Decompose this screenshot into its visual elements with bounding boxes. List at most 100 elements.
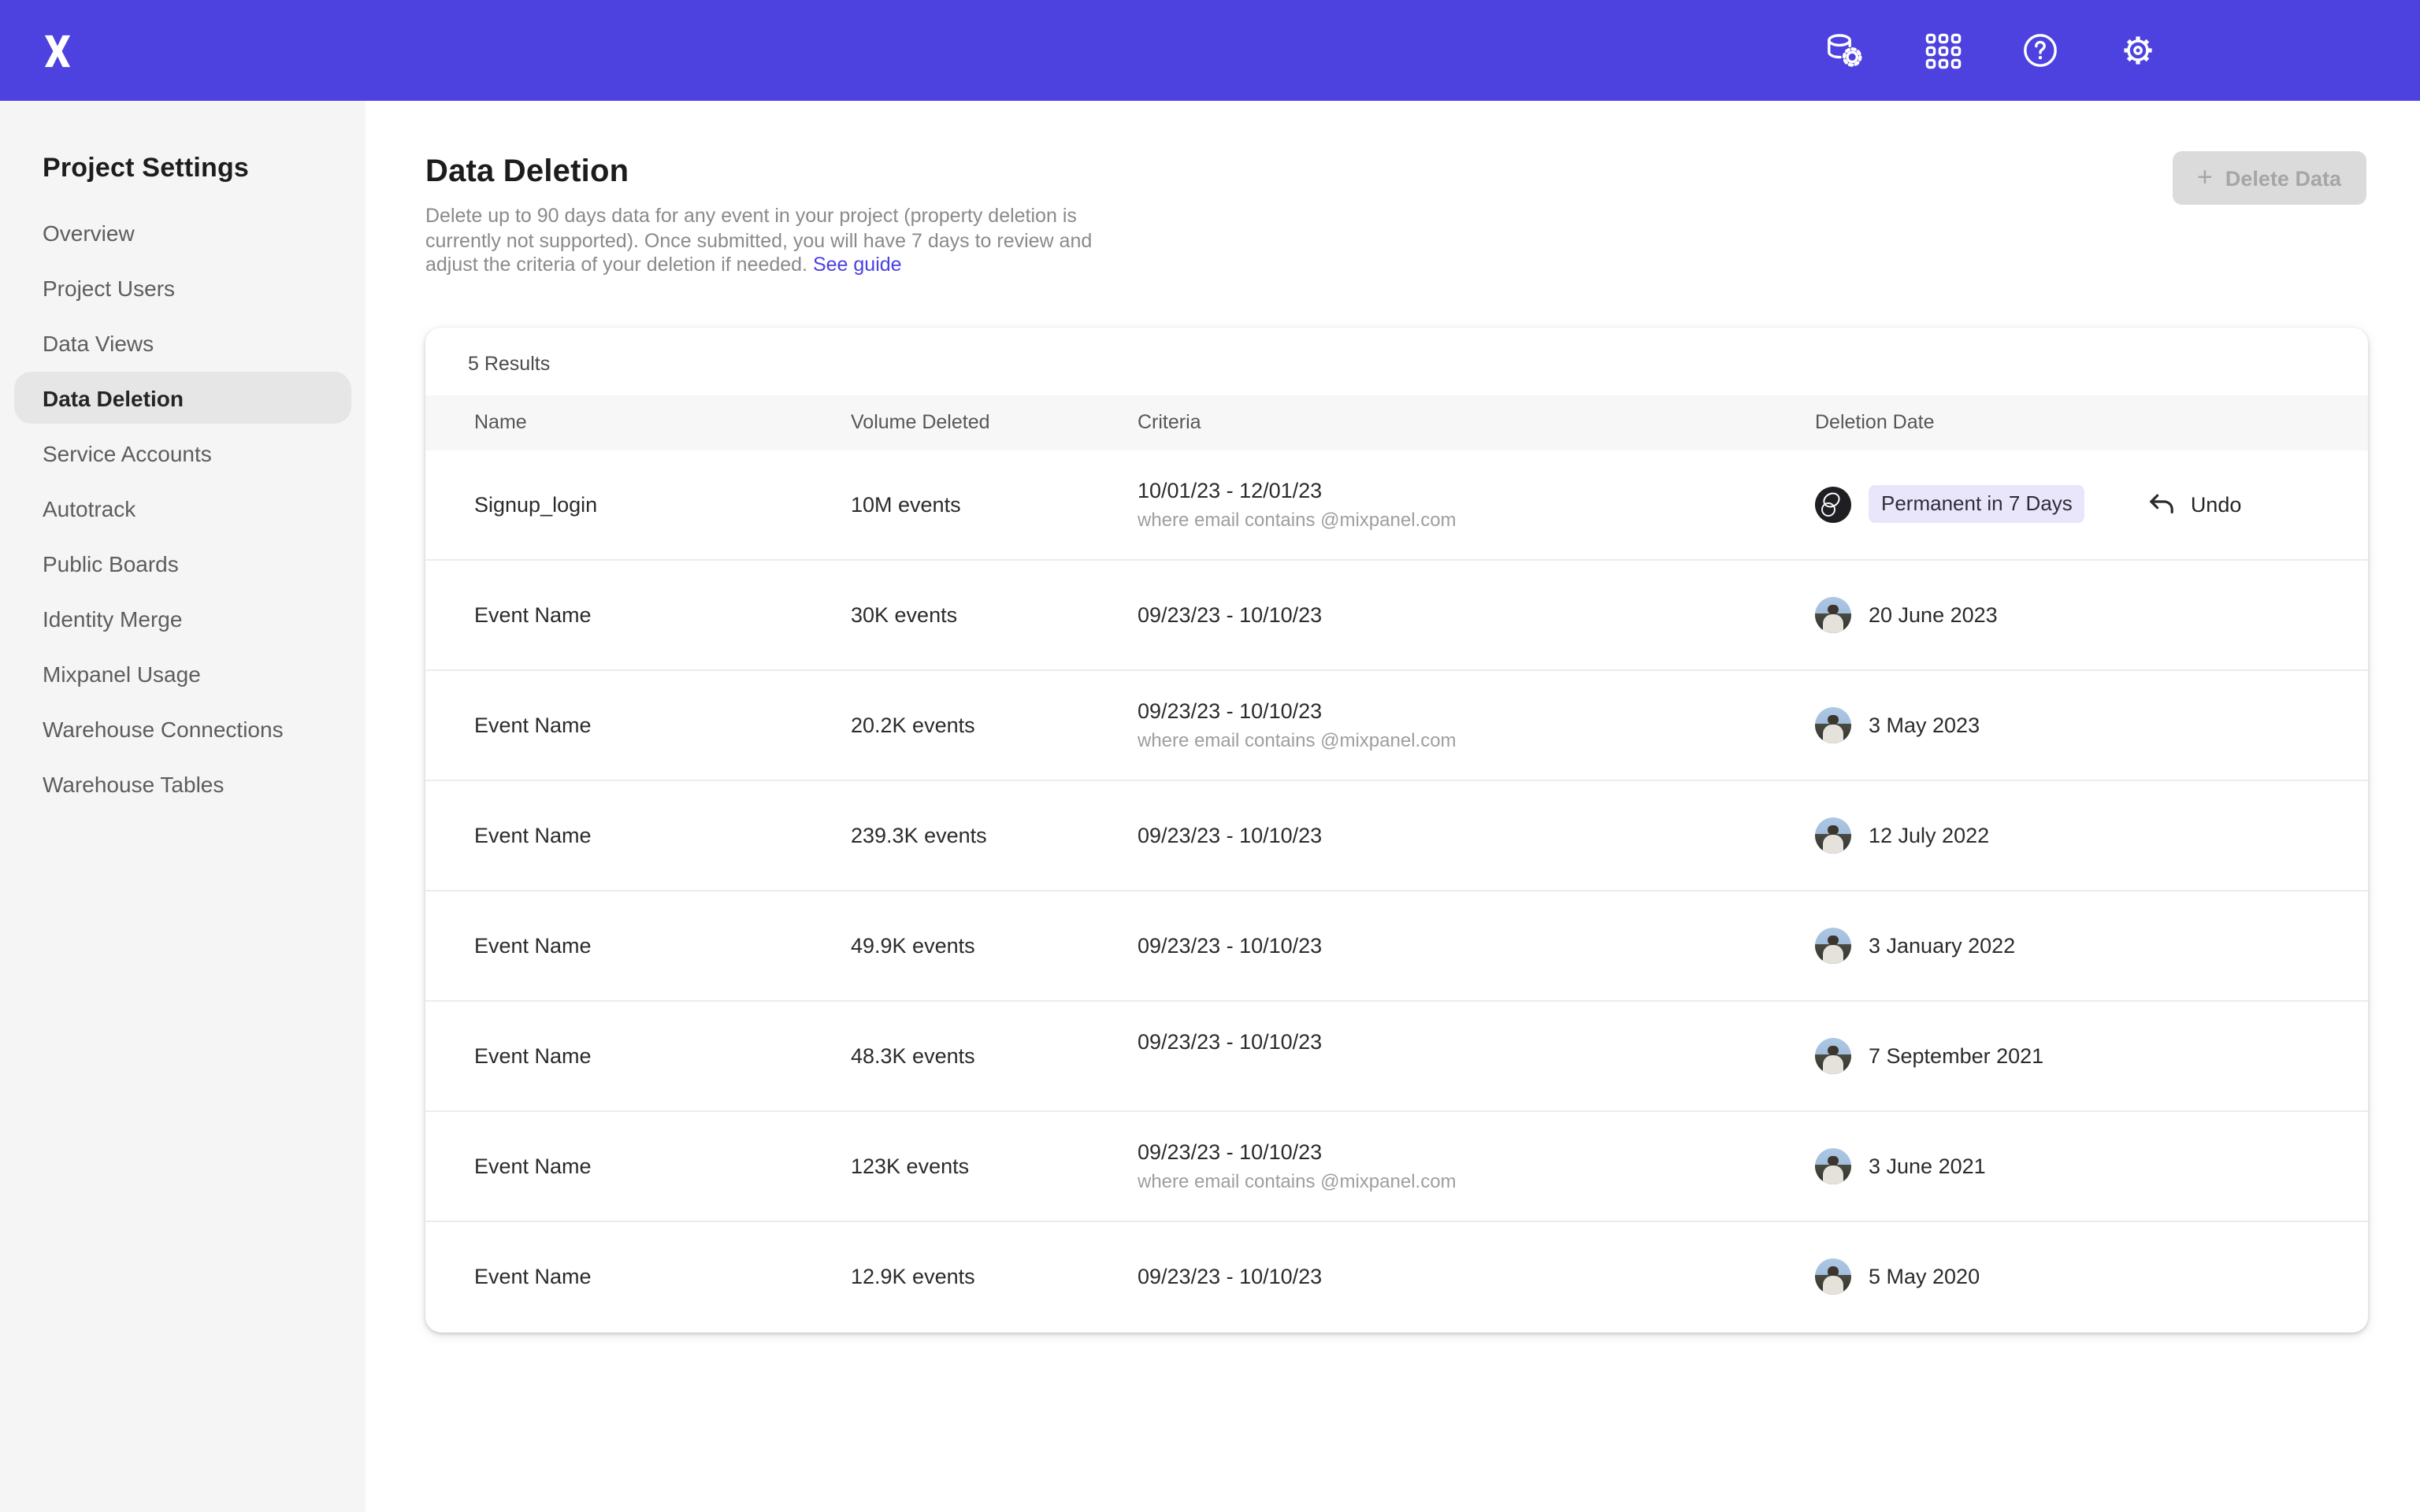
criteria-date-range: 09/23/23 - 10/10/23 (1138, 822, 1766, 849)
delete-data-button[interactable]: + Delete Data (2172, 151, 2366, 205)
criteria-date-range: 10/01/23 - 12/01/23 (1138, 477, 1766, 504)
user-avatar (1815, 707, 1851, 743)
deletion-table-card: 5 Results Name Volume Deleted Criteria D… (425, 328, 2368, 1332)
page-title: Data Deletion (425, 154, 2366, 191)
cell-deletion-date: 3 May 2023 (1766, 707, 2368, 743)
cell-deletion-date: 3 June 2021 (1766, 1148, 2368, 1184)
cell-name: Event Name (425, 713, 802, 737)
undo-arrow-icon (2148, 492, 2177, 517)
cell-name: Event Name (425, 603, 802, 627)
table-row: Event Name20.2K events09/23/23 - 10/10/2… (425, 671, 2368, 781)
user-avatar (1815, 1148, 1851, 1184)
mixpanel-logo[interactable] (25, 19, 88, 82)
cell-deletion-date: Permanent in 7 Days Undo (1766, 486, 2368, 524)
sidebar-item-autotrack[interactable]: Autotrack (14, 482, 351, 534)
status-badge: Permanent in 7 Days (1869, 486, 2085, 524)
cell-criteria: 09/23/23 - 10/10/23 where email contains … (1089, 698, 1766, 753)
cell-name: Event Name (425, 1266, 802, 1289)
cell-deletion-date: 5 May 2020 (1766, 1259, 2368, 1295)
cell-volume-deleted: 10M events (802, 493, 1089, 517)
cell-volume-deleted: 48.3K events (802, 1044, 1089, 1068)
cell-criteria: 09/23/23 - 10/10/23 (1089, 1028, 1766, 1084)
mixpanel-x-icon (39, 32, 75, 69)
sidebar-item-identity-merge[interactable]: Identity Merge (14, 592, 351, 644)
deletion-date-text: 3 June 2021 (1869, 1154, 1986, 1178)
sidebar-item-data-views[interactable]: Data Views (14, 317, 351, 369)
page-description-text: Delete up to 90 days data for any event … (425, 205, 1092, 276)
deletion-date-text: 7 September 2021 (1869, 1044, 2043, 1068)
table-header-row: Name Volume Deleted Criteria Deletion Da… (425, 395, 2368, 450)
criteria-filter-subtext: where email contains @mixpanel.com (1138, 509, 1766, 532)
sidebar-item-service-accounts[interactable]: Service Accounts (14, 427, 351, 479)
sidebar-item-mixpanel-usage[interactable]: Mixpanel Usage (14, 647, 351, 699)
sidebar-item-warehouse-connections[interactable]: Warehouse Connections (14, 702, 351, 754)
cell-volume-deleted: 239.3K events (802, 824, 1089, 847)
deletion-date-text: 5 May 2020 (1869, 1266, 1980, 1289)
table-row: Event Name30K events 09/23/23 - 10/10/23 2… (425, 561, 2368, 671)
data-management-icon[interactable] (1824, 30, 1865, 71)
column-header-deletion-date: Deletion Date (1766, 412, 2368, 434)
cell-criteria: 09/23/23 - 10/10/23 (1089, 602, 1766, 628)
column-header-name: Name (425, 412, 802, 434)
app-window: Project Settings OverviewProject UsersDa… (0, 0, 2420, 1512)
results-count: 5 Results (425, 328, 2368, 395)
column-header-criteria: Criteria (1089, 412, 1766, 434)
cell-name: Event Name (425, 1044, 802, 1068)
user-avatar (1815, 597, 1851, 633)
criteria-filter-subtext (1138, 1060, 1766, 1084)
settings-gear-icon[interactable] (2118, 30, 2158, 71)
page-description: Delete up to 90 days data for any event … (425, 205, 1122, 279)
table-row: Event Name123K events09/23/23 - 10/10/23… (425, 1112, 2368, 1222)
criteria-date-range: 09/23/23 - 10/10/23 (1138, 602, 1766, 628)
cell-name: Event Name (425, 824, 802, 847)
sidebar-item-warehouse-tables[interactable]: Warehouse Tables (14, 758, 351, 810)
see-guide-link[interactable]: See guide (813, 254, 902, 276)
deletion-date-text: 20 June 2023 (1869, 603, 1998, 627)
criteria-filter-subtext: where email contains @mixpanel.com (1138, 729, 1766, 753)
criteria-date-range: 09/23/23 - 10/10/23 (1138, 932, 1766, 959)
table-row: Event Name12.9K events09/23/23 - 10/10/2… (425, 1222, 2368, 1332)
table-row: Event Name239.3K events 09/23/23 - 10/10/… (425, 781, 2368, 891)
table-row: Event Name48.3K events 09/23/23 - 10/10/2… (425, 1002, 2368, 1112)
settings-sidebar: Project Settings OverviewProject UsersDa… (0, 101, 366, 1512)
cell-criteria: 09/23/23 - 10/10/23 (1089, 1264, 1766, 1291)
sidebar-item-project-users[interactable]: Project Users (14, 261, 351, 313)
cell-deletion-date: 7 September 2021 (1766, 1038, 2368, 1074)
undo-button[interactable]: Undo (2148, 492, 2242, 517)
deletion-date-text: 3 January 2022 (1869, 934, 2015, 958)
cell-volume-deleted: 20.2K events (802, 713, 1089, 737)
cell-volume-deleted: 49.9K events (802, 934, 1089, 958)
cell-criteria: 09/23/23 - 10/10/23 (1089, 822, 1766, 849)
sidebar-nav: OverviewProject UsersData ViewsData Dele… (0, 206, 366, 810)
criteria-date-range: 09/23/23 - 10/10/23 (1138, 698, 1766, 724)
cell-name: Signup_login (425, 493, 802, 517)
user-avatar (1815, 487, 1851, 523)
criteria-date-range: 09/23/23 - 10/10/23 (1138, 1028, 1766, 1055)
top-icon-group (1824, 30, 2158, 71)
cell-criteria: 09/23/23 - 10/10/23 (1089, 932, 1766, 959)
criteria-filter-subtext: where email contains @mixpanel.com (1138, 1170, 1766, 1194)
cell-deletion-date: 20 June 2023 (1766, 597, 2368, 633)
sidebar-item-data-deletion[interactable]: Data Deletion (14, 372, 351, 424)
table-row: Event Name49.9K events 09/23/23 - 10/10/2… (425, 891, 2368, 1002)
criteria-date-range: 09/23/23 - 10/10/23 (1138, 1264, 1766, 1291)
main-content: + Delete Data Data Deletion Delete up to… (366, 101, 2420, 1512)
cell-volume-deleted: 30K events (802, 603, 1089, 627)
sidebar-item-public-boards[interactable]: Public Boards (14, 537, 351, 589)
user-avatar (1815, 1259, 1851, 1295)
deletion-date-text: 12 July 2022 (1869, 824, 1989, 847)
column-header-volume: Volume Deleted (802, 412, 1089, 434)
apps-grid-icon[interactable] (1922, 30, 1963, 71)
user-avatar (1815, 928, 1851, 964)
cell-deletion-date: 3 January 2022 (1766, 928, 2368, 964)
user-avatar (1815, 1038, 1851, 1074)
table-row: Signup_login10M events10/01/23 - 12/01/2… (425, 450, 2368, 561)
undo-label: Undo (2191, 493, 2242, 517)
user-avatar (1815, 817, 1851, 854)
cell-criteria: 09/23/23 - 10/10/23where email contains … (1089, 1139, 1766, 1194)
table-body: Signup_login10M events10/01/23 - 12/01/2… (425, 450, 2368, 1332)
cell-criteria: 10/01/23 - 12/01/23 where email contains … (1089, 477, 1766, 532)
cell-name: Event Name (425, 934, 802, 958)
help-icon[interactable] (2020, 30, 2061, 71)
sidebar-item-overview[interactable]: Overview (14, 206, 351, 258)
